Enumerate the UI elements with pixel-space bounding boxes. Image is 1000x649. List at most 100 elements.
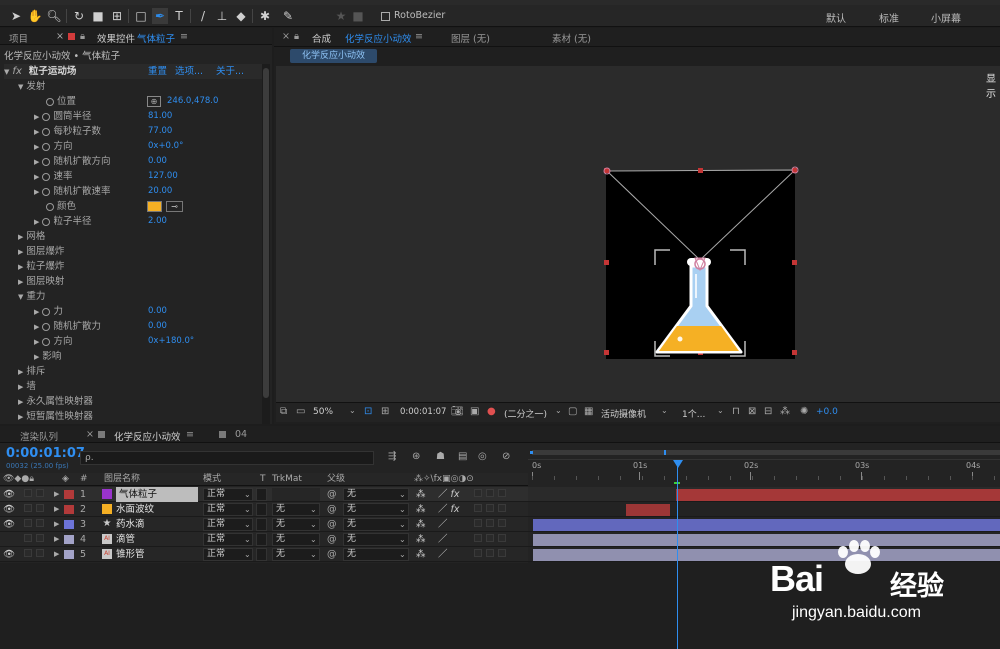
timeline-icon[interactable]: ⊟ (764, 406, 772, 417)
comp-navigator-chip[interactable]: 化学反应小动效 (290, 49, 377, 63)
draft-3d-icon[interactable]: ⊛ (412, 451, 420, 462)
shy-switch-icon[interactable]: ⁂ (416, 547, 426, 562)
particles-per-second-value[interactable]: 77.00 (148, 124, 172, 139)
lock-switch[interactable] (36, 534, 44, 542)
random-spread-direction-value[interactable]: 0.00 (148, 154, 167, 169)
hand-tool-icon[interactable]: ✋ (27, 8, 43, 24)
shy-icon[interactable]: ☗ (436, 451, 445, 462)
tab-footage[interactable]: 素材 (无) (552, 31, 591, 45)
tab-layer[interactable]: 图层 (无) (451, 31, 490, 45)
group-grid[interactable]: ▶ 网格 (18, 229, 45, 244)
chevron-down-icon[interactable]: ⌄ (717, 406, 724, 415)
layer-name[interactable]: 气体粒子 (116, 487, 198, 502)
pickwhip-icon[interactable]: @ (327, 547, 337, 562)
work-area-marker[interactable] (664, 450, 666, 455)
snap-options-icon[interactable]: ■ (350, 8, 366, 24)
particle-radius-value[interactable]: 2.00 (148, 214, 167, 229)
prop-position[interactable]: 位置 (46, 94, 76, 109)
gravity-direction-value[interactable]: 0x+180.0° (148, 334, 194, 349)
prop-force[interactable]: ▶ 力 (34, 304, 63, 319)
exposure-icon[interactable]: ✺ (800, 406, 808, 417)
group-gravity[interactable]: ▼ 重力 (18, 289, 45, 304)
eye-icon[interactable]: 👁︎ (3, 502, 15, 517)
show-snapshot-icon[interactable]: ▣ (470, 406, 479, 417)
solo-switch[interactable] (24, 549, 32, 557)
rotobezier-checkbox[interactable] (381, 12, 390, 21)
solo-switch[interactable] (24, 504, 32, 512)
solo-switch[interactable] (24, 519, 32, 527)
workspace-standard[interactable]: 标准 (879, 10, 899, 25)
zoom-tool-icon[interactable]: 🔍︎ (46, 8, 62, 24)
barrel-radius-value[interactable]: 81.00 (148, 109, 172, 124)
chevron-down-icon[interactable]: ⌄ (555, 406, 562, 415)
layer-duration-bar[interactable] (533, 534, 1000, 546)
expand-triangle-icon[interactable]: ▶ (54, 547, 59, 562)
layer-row[interactable]: 👁︎ ▶ 5 AI 锥形管 正常 ⌄ 无 ⌄ @ 无 ⌄ ⁂ ／ (0, 547, 528, 562)
expand-triangle-icon[interactable]: ▶ (54, 487, 59, 502)
expand-triangle-icon[interactable]: ▶ (54, 532, 59, 547)
toggle-pixel-aspect-icon[interactable]: ⊓ (732, 406, 740, 417)
eraser-tool-icon[interactable]: ◆ (233, 8, 249, 24)
rectangle-tool-icon[interactable]: □ (133, 8, 149, 24)
quality-switch-icon[interactable]: ／ (438, 517, 448, 532)
playhead-handle[interactable] (673, 460, 683, 468)
time-ruler-area[interactable]: 0s 01s 02s 03s 04s (528, 446, 1000, 486)
prop-gravity-direction[interactable]: ▶ 方向 (34, 334, 72, 349)
close-icon[interactable]: × (56, 31, 64, 42)
type-tool-icon[interactable]: T (171, 8, 187, 24)
layer-name[interactable]: 锥形管 (116, 547, 145, 562)
flowchart-icon[interactable]: ⁂ (780, 406, 790, 417)
prop-random-spread-velocity[interactable]: ▶ 随机扩散速率 (34, 184, 110, 199)
tab-comp-prefix[interactable]: 合成 (312, 31, 331, 45)
channel-icon[interactable]: ● (487, 406, 496, 417)
track-row[interactable] (528, 487, 1000, 502)
quality-switch-icon[interactable]: ／ fx (438, 487, 460, 502)
prop-particle-radius[interactable]: ▶ 粒子半径 (34, 214, 91, 229)
direction-value[interactable]: 0x+0.0° (148, 139, 183, 154)
track-row[interactable] (528, 502, 1000, 517)
pickwhip-icon[interactable]: @ (327, 502, 337, 517)
graph-editor-icon[interactable]: ⊘ (502, 451, 510, 462)
viewer-timecode[interactable]: 0:00:01:07 (400, 407, 446, 417)
quality-switch-icon[interactable]: ／ fx (438, 502, 460, 517)
camera-select[interactable]: 活动摄像机 (601, 407, 646, 420)
layer-name[interactable]: 滴管 (116, 532, 135, 547)
shy-switch-icon[interactable]: ⁂ (416, 517, 426, 532)
comp-mini-flowchart-icon[interactable]: ⇶ (388, 451, 396, 462)
track-row[interactable] (528, 532, 1000, 547)
lock-icon[interactable]: 🔒︎ (294, 31, 299, 42)
expand-triangle-icon[interactable]: ▶ (54, 517, 59, 532)
pickwhip-icon[interactable]: @ (327, 487, 337, 502)
tab-composition[interactable]: 化学反应小动效 (345, 31, 412, 45)
shy-switch-icon[interactable]: ⁂ (416, 532, 426, 547)
quality-switch-icon[interactable]: ／ (438, 547, 448, 562)
zoom-select[interactable]: 50% (313, 407, 333, 417)
eye-icon[interactable]: 👁︎ (3, 517, 15, 532)
monitor-icon[interactable]: ▭ (296, 406, 305, 417)
snap-icon[interactable]: ★ (333, 8, 349, 24)
lock-icon[interactable]: 🔒︎ (80, 31, 85, 42)
prop-random-spread-force[interactable]: ▶ 随机扩散力 (34, 319, 101, 334)
chevron-down-icon[interactable]: ⌄ (349, 406, 356, 415)
panel-menu-icon[interactable]: ≡ (186, 429, 194, 440)
work-area-bar[interactable] (532, 450, 1000, 455)
layer-row[interactable]: 👁︎ ▶ 2 水面波纹 正常 ⌄ 无 ⌄ @ 无 ⌄ ⁂ ／ fx (0, 502, 528, 517)
brush-tool-icon[interactable]: / (195, 8, 211, 24)
pickwhip-icon[interactable]: @ (327, 532, 337, 547)
reset-link[interactable]: 重置 (148, 64, 167, 79)
lock-switch[interactable] (36, 504, 44, 512)
tab-effect-controls-layer[interactable]: 气体粒子 (137, 31, 175, 45)
exposure-value[interactable]: +0.0 (816, 407, 838, 417)
always-preview-icon[interactable]: ⧉ (280, 406, 287, 417)
region-of-interest-icon[interactable]: ▢ (568, 406, 577, 417)
group-layer-exploder[interactable]: ▶ 图层爆炸 (18, 244, 64, 259)
shy-switch-icon[interactable]: ⁂ (416, 487, 426, 502)
prop-color[interactable]: 颜色 (46, 199, 76, 214)
label-color[interactable] (64, 505, 74, 514)
pickwhip-icon[interactable]: @ (327, 517, 337, 532)
pan-behind-tool-icon[interactable]: ⊞ (109, 8, 125, 24)
layer-name[interactable]: 药水滴 (116, 517, 145, 532)
layer-row[interactable]: ▶ 4 AI 滴管 正常 ⌄ 无 ⌄ @ 无 ⌄ ⁂ ／ (0, 532, 528, 547)
tab-timeline-comp[interactable]: 化学反应小动效 (114, 429, 181, 443)
quality-switch-icon[interactable]: ／ (438, 532, 448, 547)
